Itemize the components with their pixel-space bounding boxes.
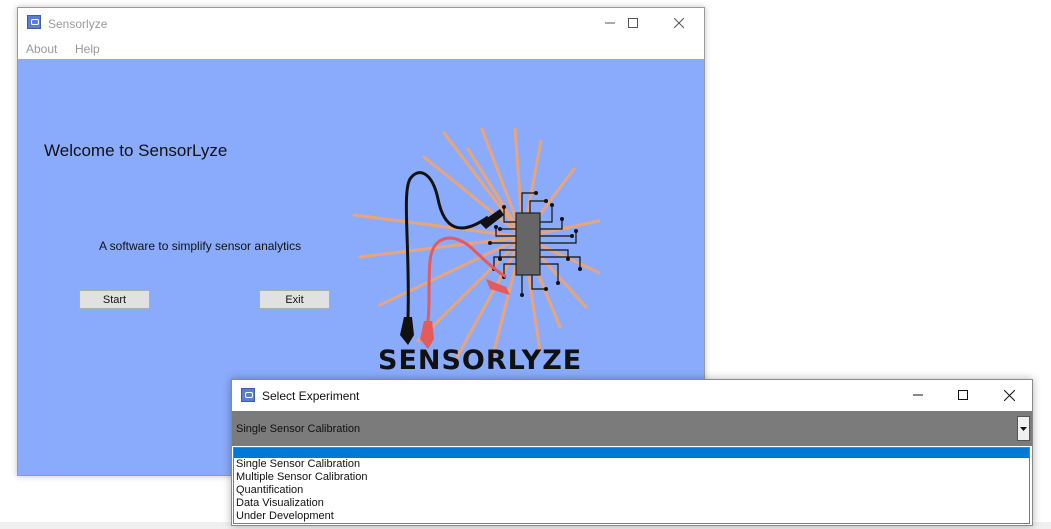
list-item[interactable] xyxy=(234,448,1029,458)
main-titlebar[interactable]: Sensorlyze xyxy=(18,8,704,38)
exit-button[interactable]: Exit xyxy=(259,290,330,309)
list-item[interactable]: Under Development xyxy=(234,510,1029,523)
window-title: Sensorlyze xyxy=(48,17,108,31)
list-item[interactable]: Single Sensor Calibration xyxy=(234,458,1029,471)
start-button[interactable]: Start xyxy=(79,290,150,309)
maximize-icon xyxy=(628,18,638,28)
maximize-icon xyxy=(958,390,968,400)
menubar: About Help xyxy=(18,38,704,59)
dialog-close-button[interactable] xyxy=(986,380,1032,410)
dialog-app-icon xyxy=(241,388,255,402)
close-button[interactable] xyxy=(656,8,702,38)
dialog-minimize-button[interactable] xyxy=(895,380,941,410)
black-clip xyxy=(400,317,414,345)
dialog-content: Single Sensor Calibration Single Sensor … xyxy=(232,411,1032,525)
welcome-heading: Welcome to SensorLyze xyxy=(44,141,228,160)
sensorlyze-logo xyxy=(352,127,600,369)
app-icon xyxy=(27,15,41,29)
close-icon xyxy=(1003,389,1015,401)
list-item[interactable]: Data Visualization xyxy=(234,497,1029,510)
logo-rays xyxy=(352,127,600,369)
list-item[interactable]: Multiple Sensor Calibration xyxy=(234,471,1029,484)
subtitle-text: A software to simplify sensor analytics xyxy=(99,239,302,253)
dialog-maximize-button[interactable] xyxy=(940,380,986,410)
experiment-combobox[interactable]: Single Sensor Calibration xyxy=(232,411,1032,446)
minimize-icon xyxy=(913,394,923,396)
logo-text: SENSORLYZE xyxy=(378,345,583,376)
menu-help[interactable]: Help xyxy=(75,42,100,56)
experiment-options-list: Single Sensor Calibration Multiple Senso… xyxy=(233,447,1030,524)
list-item[interactable]: Quantification xyxy=(234,484,1029,497)
chip-body xyxy=(515,212,541,276)
dialog-title: Select Experiment xyxy=(262,389,360,403)
dialog-titlebar[interactable]: Select Experiment xyxy=(232,380,1032,411)
menu-about[interactable]: About xyxy=(26,42,57,56)
combobox-selected-value: Single Sensor Calibration xyxy=(236,423,361,435)
maximize-button[interactable] xyxy=(610,8,656,38)
chevron-down-icon xyxy=(1020,426,1027,431)
combobox-dropdown-button[interactable] xyxy=(1017,416,1030,441)
select-experiment-dialog: Select Experiment Single Sensor Calibrat… xyxy=(231,379,1033,526)
close-icon xyxy=(674,18,684,28)
